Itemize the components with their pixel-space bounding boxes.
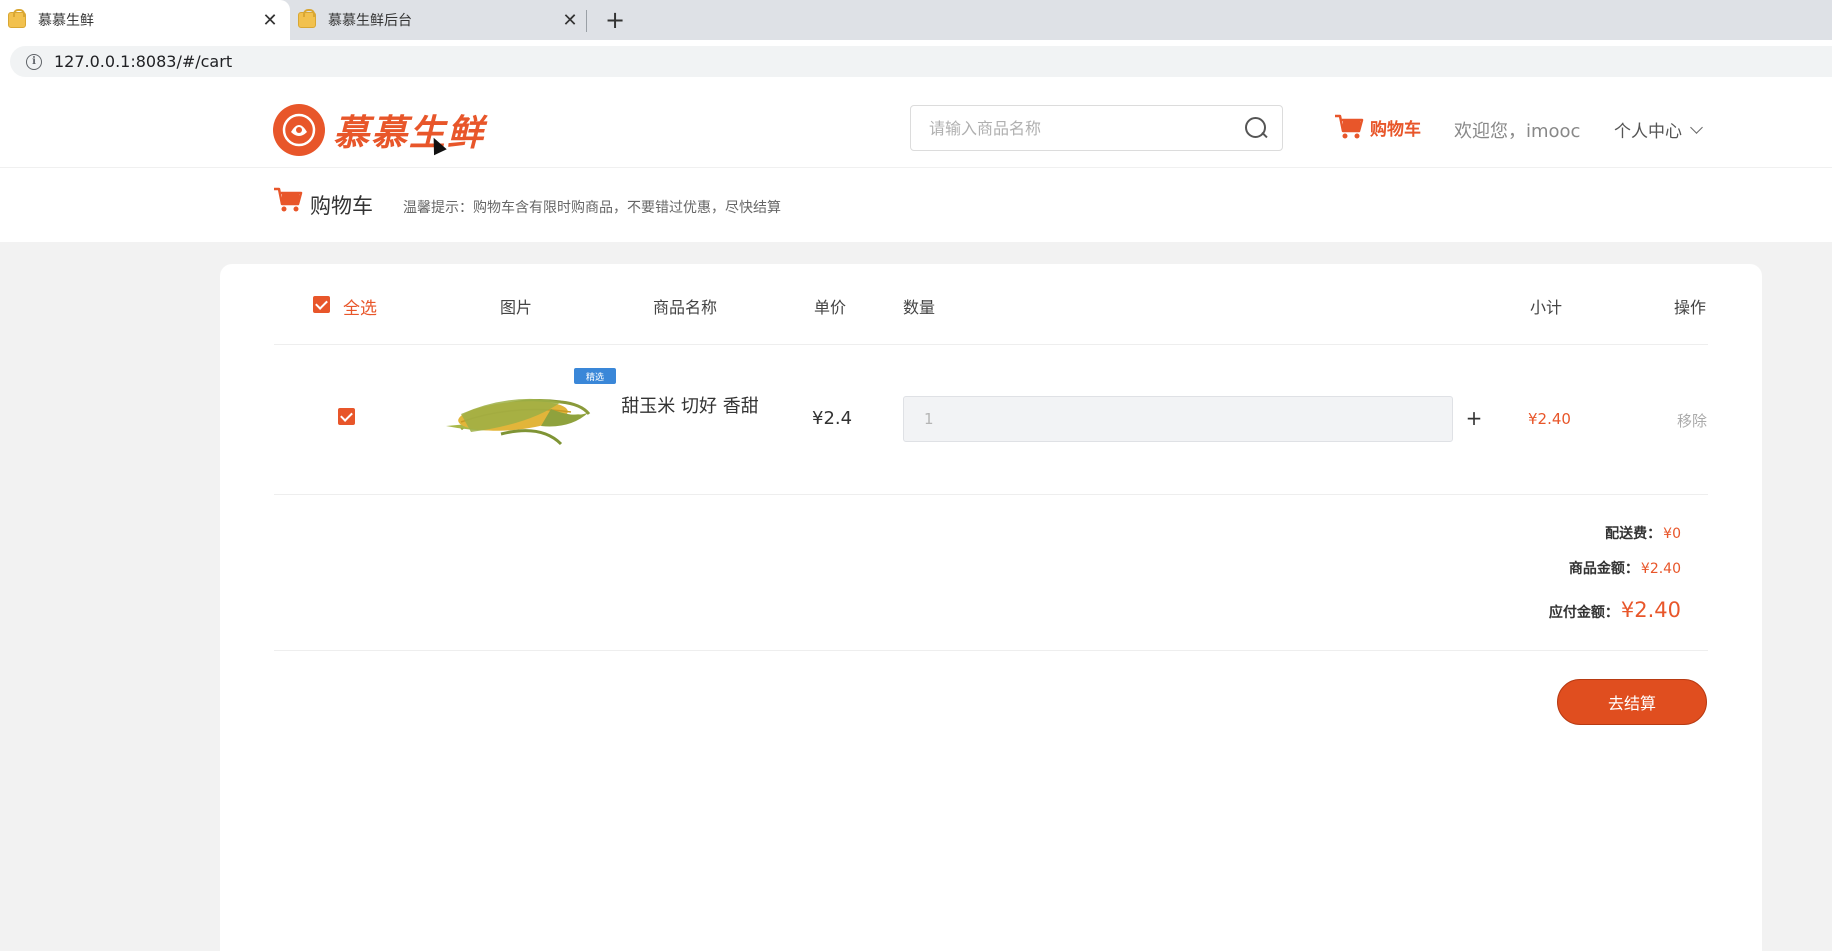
- shipping-label: 配送费：: [1605, 526, 1662, 542]
- close-icon[interactable]: ✕: [258, 8, 282, 32]
- col-name: 商品名称: [653, 298, 718, 317]
- quantity-input[interactable]: 1: [903, 396, 1453, 442]
- goods-label: 商品金额：: [1568, 561, 1639, 577]
- url-field[interactable]: i 127.0.0.1:8083/#/cart: [10, 46, 1832, 77]
- select-all-checkbox[interactable]: [313, 296, 330, 313]
- site-logo[interactable]: 慕慕生鲜: [273, 104, 485, 156]
- product-name[interactable]: 甜玉米 切好 香甜: [615, 394, 765, 420]
- url-text[interactable]: 127.0.0.1:8083/#/cart: [54, 52, 232, 71]
- cart-panel: 全选 图片 商品名称 单价 数量 小计 操作 精选 甜玉米 切好 香甜 ¥2.4…: [220, 264, 1762, 951]
- payable-value: ¥2.40: [1620, 598, 1681, 622]
- tab-title: 慕慕生鲜后台: [328, 13, 412, 29]
- divider: [274, 650, 1708, 651]
- chevron-down-icon: [1690, 120, 1703, 134]
- cart-subheader: 购物车 温馨提示：购物车含有限时购商品，不要错过优惠，尽快结算: [0, 168, 1832, 242]
- browser-tab-active[interactable]: 慕慕生鲜 ✕: [0, 0, 290, 40]
- site-header: 慕慕生鲜 购物车 欢迎您，imooc 个人中心: [0, 83, 1832, 168]
- promo-badge: 精选: [574, 368, 616, 384]
- logo-icon: [273, 104, 325, 156]
- payable-amount: 应付金额： ¥2.40: [1549, 598, 1681, 622]
- item-checkbox[interactable]: [338, 408, 355, 425]
- tab-separator: [586, 10, 587, 32]
- cart-icon: [274, 187, 303, 212]
- browser-tab-bar: 慕慕生鲜 ✕ 慕慕生鲜后台 ✕ +: [0, 0, 1832, 40]
- quantity-value: 1: [924, 410, 934, 428]
- info-icon[interactable]: i: [26, 53, 42, 70]
- user-center-label: 个人中心: [1614, 122, 1682, 142]
- col-image: 图片: [500, 298, 533, 317]
- shipping-value: ¥0: [1663, 526, 1681, 542]
- welcome-text: 欢迎您，imooc: [1454, 121, 1581, 142]
- increase-quantity-button[interactable]: +: [1460, 404, 1488, 432]
- shopping-bag-icon: [298, 9, 316, 28]
- logo-text: 慕慕生鲜: [333, 113, 486, 154]
- remove-button[interactable]: 移除: [1677, 410, 1707, 431]
- col-action: 操作: [1674, 298, 1707, 317]
- cart-tip: 温馨提示：购物车含有限时购商品，不要错过优惠，尽快结算: [403, 200, 781, 216]
- goods-amount: 商品金额： ¥2.40: [1569, 558, 1681, 578]
- checkout-button[interactable]: 去结算: [1557, 679, 1707, 725]
- item-subtotal: ¥2.40: [1528, 410, 1571, 428]
- search-icon[interactable]: [1244, 116, 1268, 140]
- new-tab-button[interactable]: +: [600, 6, 630, 34]
- product-image[interactable]: [441, 384, 591, 454]
- tab-title: 慕慕生鲜: [38, 13, 94, 29]
- page-title: 购物车: [310, 194, 373, 218]
- browser-tab-admin[interactable]: 慕慕生鲜后台 ✕: [290, 0, 590, 40]
- col-quantity: 数量: [903, 298, 936, 317]
- header-cart-link[interactable]: 购物车: [1334, 113, 1421, 141]
- user-center-menu[interactable]: 个人中心: [1614, 117, 1703, 142]
- cart-table-header: 全选 图片 商品名称 单价 数量 小计 操作: [220, 264, 1762, 344]
- close-icon[interactable]: ✕: [558, 8, 582, 32]
- col-subtotal: 小计: [1530, 298, 1563, 317]
- shopping-bag-icon: [8, 9, 26, 28]
- cart-item-row: 精选 甜玉米 切好 香甜 ¥2.4 1 + ¥2.40 移除: [220, 344, 1762, 494]
- search-input[interactable]: [911, 106, 1244, 150]
- cart-icon: [1335, 114, 1364, 139]
- header-cart-label: 购物车: [1370, 119, 1421, 140]
- divider: [274, 494, 1708, 495]
- payable-label: 应付金额：: [1548, 605, 1619, 621]
- goods-value: ¥2.40: [1640, 561, 1681, 577]
- shipping-fee: 配送费： ¥0: [1605, 523, 1681, 543]
- search-box: [910, 105, 1283, 151]
- address-bar: i 127.0.0.1:8083/#/cart: [0, 40, 1832, 83]
- select-all-label[interactable]: 全选: [343, 294, 377, 319]
- col-unit-price: 单价: [814, 298, 847, 317]
- unit-price: ¥2.4: [812, 408, 853, 429]
